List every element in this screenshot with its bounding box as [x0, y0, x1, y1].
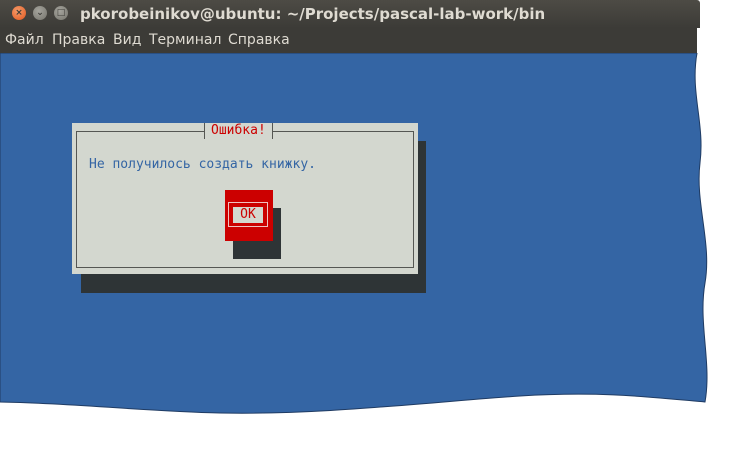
- menubar: Файл Правка Вид Терминал Справка: [0, 28, 697, 53]
- dialog-message: Не получилось создать книжку.: [89, 157, 316, 172]
- dialog-title: Ошибка!: [204, 123, 273, 139]
- maximize-window-button[interactable]: □: [54, 6, 68, 20]
- close-icon: ×: [15, 7, 23, 18]
- menu-help[interactable]: Справка: [228, 32, 290, 48]
- minimize-window-button[interactable]: ⌄: [33, 6, 47, 20]
- minimize-icon: ⌄: [36, 7, 44, 18]
- maximize-icon: □: [56, 7, 66, 18]
- menu-view[interactable]: Вид: [113, 32, 141, 48]
- error-dialog: Ошибка! Не получилось создать книжку. OK: [72, 123, 418, 274]
- ok-button-focus-frame: OK: [228, 202, 268, 227]
- menu-file[interactable]: Файл: [5, 32, 44, 48]
- window-title: pkorobeinikov@ubuntu: ~/Projects/pascal-…: [80, 5, 546, 23]
- ok-button[interactable]: OK: [225, 190, 273, 241]
- menu-terminal[interactable]: Терминал: [149, 32, 221, 48]
- menu-edit[interactable]: Правка: [52, 32, 105, 48]
- close-window-button[interactable]: ×: [12, 6, 26, 20]
- window-titlebar[interactable]: × ⌄ □ pkorobeinikov@ubuntu: ~/Projects/p…: [0, 0, 700, 28]
- ok-button-label: OK: [233, 207, 263, 223]
